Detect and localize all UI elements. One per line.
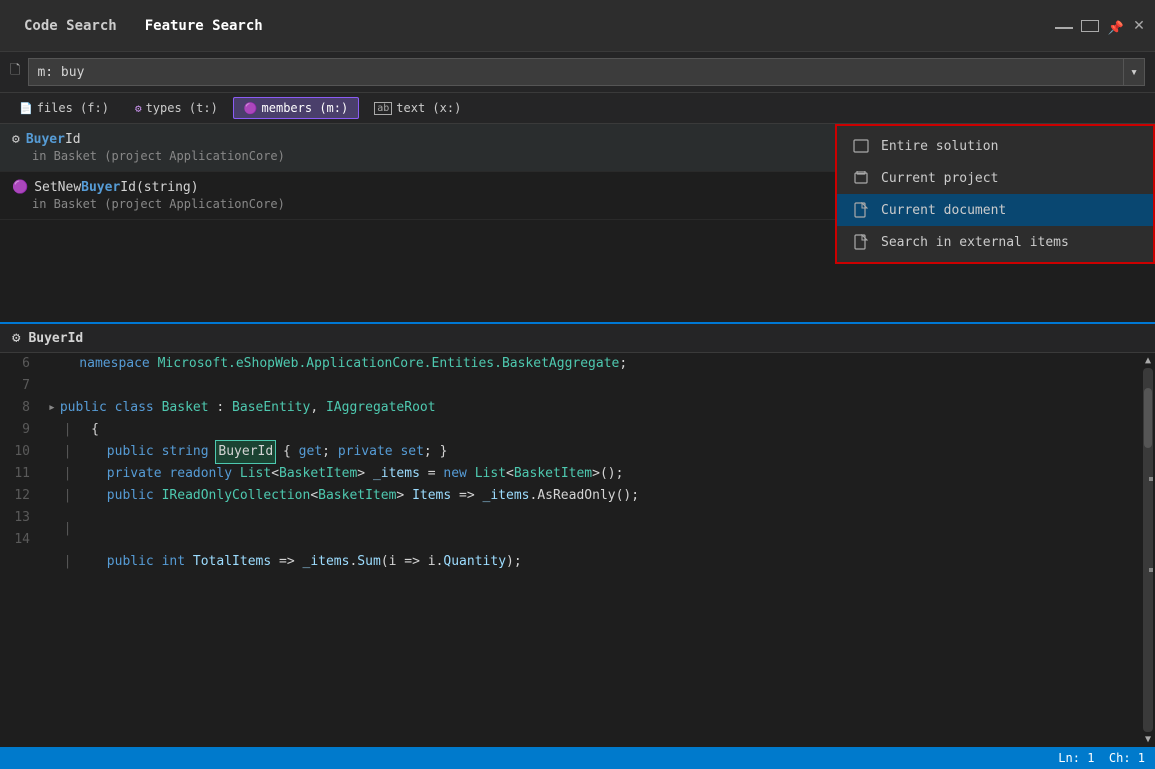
scroll-down-arrow[interactable]: ▼: [1145, 734, 1151, 745]
results-area: ⚙ BuyerId in Basket (project Application…: [0, 124, 1155, 324]
minimize-button[interactable]: [1055, 27, 1073, 29]
current-project-icon: [853, 170, 869, 186]
filter-tab-members[interactable]: 🟣 members (m:): [233, 97, 359, 119]
code-area: ⚙ BuyerId 6 7 8 9 10 11 12 13 14 namespa…: [0, 324, 1155, 747]
dropdown-search-external[interactable]: Search in external items: [837, 226, 1153, 258]
code-line-13: |: [48, 507, 1133, 551]
entire-solution-icon: [853, 138, 869, 154]
code-line-14: | public int TotalItems => _items.Sum(i …: [48, 551, 1133, 573]
status-separator: [1094, 751, 1108, 765]
title-bar: Code Search Feature Search 📌 ✕: [0, 0, 1155, 52]
types-icon: ⚙: [135, 102, 142, 115]
pin-button[interactable]: 📌: [1107, 20, 1125, 32]
code-content[interactable]: namespace Microsoft.eShopWeb.Application…: [40, 353, 1141, 747]
search-bar: 🗋 m: buy ▾: [0, 52, 1155, 93]
code-scrollbar[interactable]: ▲ ▼: [1141, 353, 1155, 747]
dropdown-current-project[interactable]: Current project: [837, 162, 1153, 194]
search-page-icon: 🗋: [10, 61, 20, 83]
status-bar: Ln: 1 Ch: 1: [0, 747, 1155, 769]
search-query: m: buy: [37, 65, 84, 80]
minimap-mark-1: [1149, 477, 1153, 481]
maximize-button[interactable]: [1081, 20, 1099, 32]
code-line-8: ▸ public class Basket : BaseEntity, IAgg…: [48, 397, 1133, 419]
scrollbar-thumb[interactable]: [1144, 388, 1152, 448]
filter-tab-files-label: files (f:): [37, 101, 109, 115]
scroll-up-arrow[interactable]: ▲: [1145, 355, 1151, 366]
code-line-7: [48, 375, 1133, 397]
scrollbar-track[interactable]: [1143, 368, 1153, 732]
entire-solution-label: Entire solution: [881, 139, 1137, 154]
members-icon: 🟣: [244, 102, 258, 115]
text-icon: ab: [374, 102, 392, 115]
minimap-mark-2: [1149, 568, 1153, 572]
code-header: ⚙ BuyerId: [0, 324, 1155, 353]
tab-feature-search[interactable]: Feature Search: [131, 10, 277, 42]
code-line-9: | {: [48, 419, 1133, 441]
status-ch: Ch: 1: [1109, 751, 1145, 765]
search-dropdown-button[interactable]: ▾: [1124, 58, 1145, 86]
filter-tab-members-label: members (m:): [262, 101, 349, 115]
code-body: 6 7 8 9 10 11 12 13 14 namespace Microso…: [0, 353, 1155, 747]
search-input[interactable]: m: buy: [28, 58, 1124, 86]
code-line-6: namespace Microsoft.eShopWeb.Application…: [48, 353, 1133, 375]
cube-icon: 🟣: [12, 180, 28, 195]
status-ln: Ln: 1: [1058, 751, 1094, 765]
scope-dropdown: Entire solution Current project Current …: [835, 124, 1155, 264]
code-line-10: | public string BuyerId { get; private s…: [48, 441, 1133, 463]
search-external-label: Search in external items: [881, 235, 1137, 250]
code-header-title: BuyerId: [28, 331, 83, 346]
code-line-11: | private readonly List<BasketItem> _ite…: [48, 463, 1133, 485]
current-project-label: Current project: [881, 171, 1137, 186]
filter-tab-text-label: text (x:): [396, 101, 461, 115]
filter-bar: 📄 files (f:) ⚙ types (t:) 🟣 members (m:)…: [0, 93, 1155, 124]
filter-tab-text[interactable]: ab text (x:): [363, 97, 472, 119]
search-external-icon: [853, 234, 869, 250]
dropdown-entire-solution[interactable]: Entire solution: [837, 130, 1153, 162]
files-icon: 📄: [19, 102, 33, 115]
code-header-icon: ⚙: [12, 330, 20, 346]
dropdown-current-document[interactable]: Current document: [837, 194, 1153, 226]
code-line-12: | public IReadOnlyCollection<BasketItem>…: [48, 485, 1133, 507]
title-bar-controls: 📌 ✕: [1055, 20, 1145, 32]
current-document-icon: [853, 202, 869, 218]
filter-tab-types-label: types (t:): [146, 101, 218, 115]
close-button[interactable]: ✕: [1133, 20, 1145, 32]
tab-code-search[interactable]: Code Search: [10, 10, 131, 42]
line-numbers: 6 7 8 9 10 11 12 13 14: [0, 353, 40, 747]
current-document-label: Current document: [881, 203, 1137, 218]
filter-tab-types[interactable]: ⚙ types (t:): [124, 97, 229, 119]
filter-tab-files[interactable]: 📄 files (f:): [8, 97, 120, 119]
wrench-icon: ⚙: [12, 132, 20, 147]
